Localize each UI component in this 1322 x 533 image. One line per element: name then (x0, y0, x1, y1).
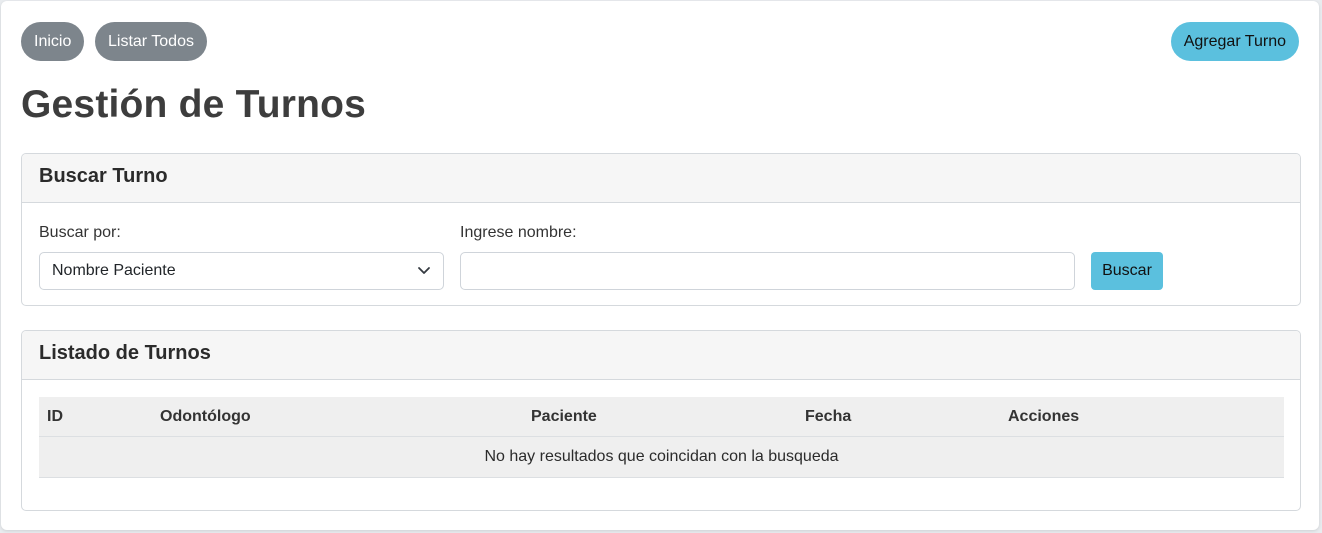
listar-todos-button[interactable]: Listar Todos (95, 22, 207, 61)
table-header: ID Odontólogo Paciente Fecha Acciones (39, 397, 1284, 437)
name-input-label: Ingrese nombre: (460, 224, 577, 241)
buscar-button[interactable]: Buscar (1091, 252, 1163, 290)
page-title: Gestión de Turnos (21, 83, 367, 126)
column-header-fecha: Fecha (805, 408, 852, 425)
search-by-selected-value: Nombre Paciente (52, 262, 176, 279)
chevron-down-icon (418, 267, 430, 274)
column-header-paciente: Paciente (531, 408, 597, 425)
search-by-label: Buscar por: (39, 224, 121, 241)
column-header-odontologo: Odontólogo (160, 408, 251, 425)
search-card: Buscar Turno Buscar por: Nombre Paciente… (21, 153, 1301, 306)
search-by-select[interactable]: Nombre Paciente (39, 252, 444, 290)
top-nav: Inicio Listar Todos Agregar Turno (21, 22, 1299, 61)
list-card: Listado de Turnos ID Odontólogo Paciente… (21, 330, 1301, 511)
inicio-button[interactable]: Inicio (21, 22, 85, 61)
turnos-table: ID Odontólogo Paciente Fecha Acciones No… (39, 397, 1284, 478)
agregar-turno-button[interactable]: Agregar Turno (1170, 22, 1299, 61)
search-card-title: Buscar Turno (22, 154, 1300, 203)
empty-results-row: No hay resultados que coincidan con la b… (39, 437, 1284, 478)
column-header-id: ID (47, 408, 63, 425)
list-card-title: Listado de Turnos (22, 331, 1300, 380)
column-header-acciones: Acciones (1008, 408, 1080, 425)
name-input[interactable] (460, 252, 1075, 290)
page: Inicio Listar Todos Agregar Turno Gestió… (1, 1, 1319, 530)
